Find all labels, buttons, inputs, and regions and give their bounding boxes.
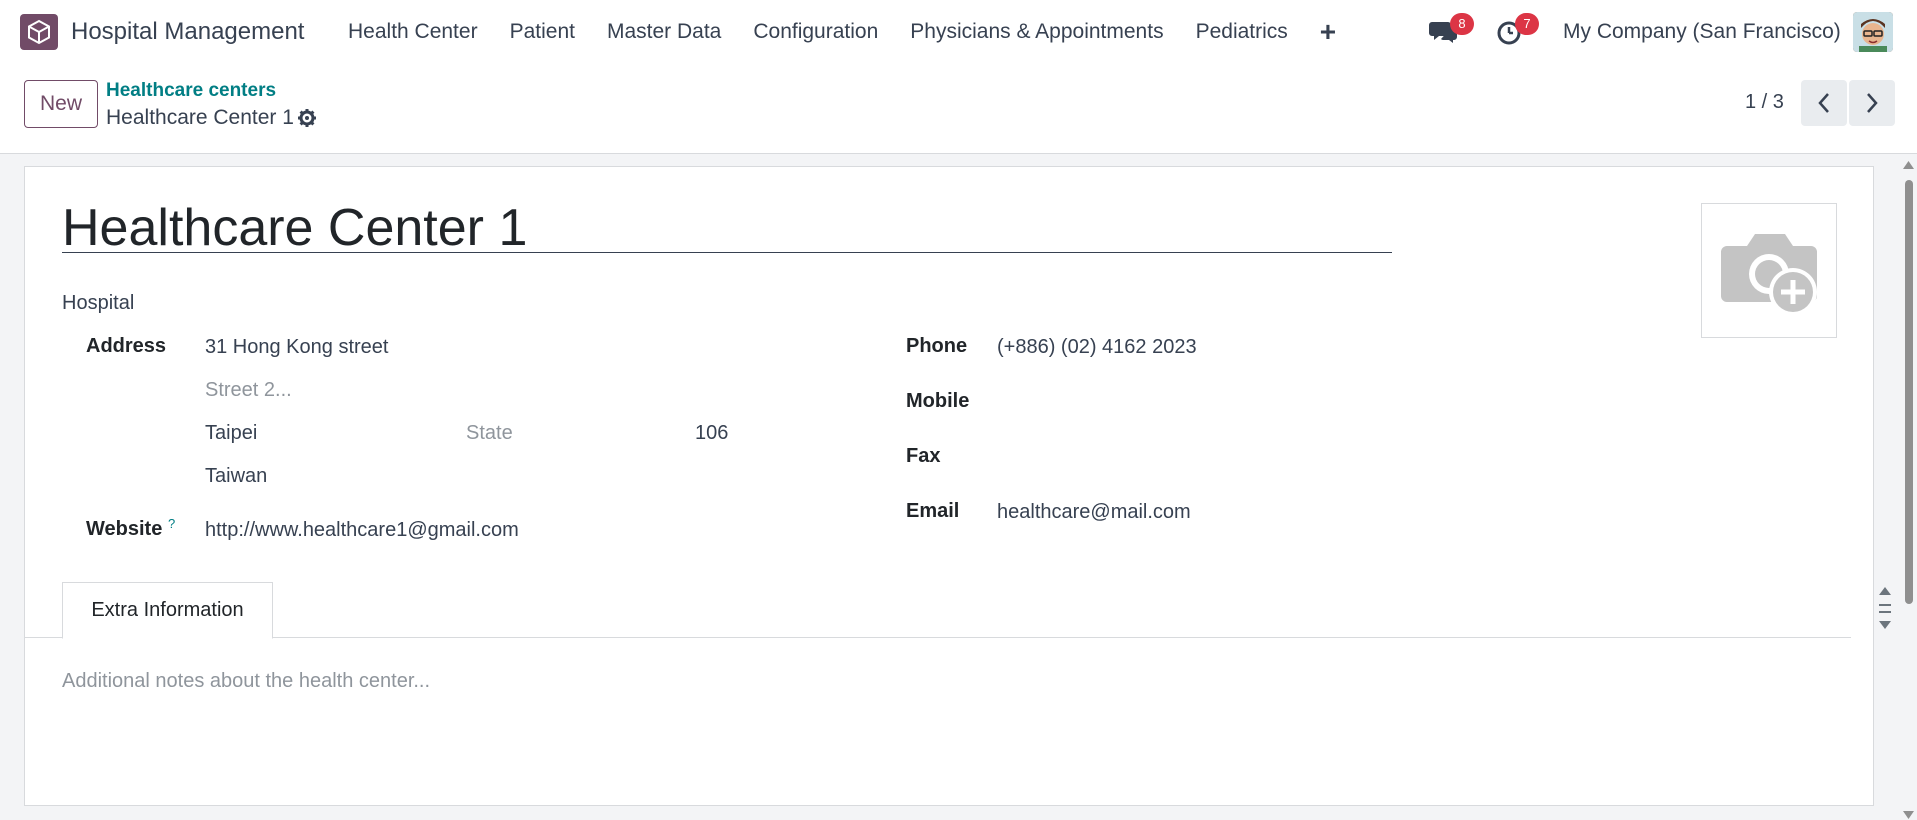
- top-navbar: Hospital Management Health Center Patien…: [0, 0, 1917, 64]
- website-label: Website: [86, 518, 163, 540]
- add-menu-plus-icon[interactable]: +: [1320, 18, 1336, 46]
- activities-count-badge: 7: [1515, 13, 1539, 35]
- name-field[interactable]: Healthcare Center 1: [62, 202, 1392, 254]
- website-help-tooltip[interactable]: ?: [168, 516, 175, 531]
- menu-health-center[interactable]: Health Center: [348, 20, 478, 44]
- breadcrumb-parent-link[interactable]: Healthcare centers: [106, 80, 276, 102]
- gear-icon[interactable]: [297, 108, 317, 128]
- camera-plus-icon: [1721, 233, 1817, 316]
- app-title[interactable]: Hospital Management: [71, 18, 304, 46]
- scrollbar-thumb[interactable]: [1905, 180, 1913, 604]
- city-field[interactable]: Taipei: [205, 422, 257, 445]
- menu-master-data[interactable]: Master Data: [607, 20, 721, 44]
- menu-patient[interactable]: Patient: [510, 20, 575, 44]
- tab-scroll-control[interactable]: [1876, 582, 1894, 638]
- phone-field[interactable]: (+886) (02) 4162 2023: [997, 336, 1197, 359]
- email-field[interactable]: healthcare@mail.com: [997, 501, 1191, 524]
- form-sheet: Healthcare Center 1 Hospital Address 31 …: [24, 166, 1891, 806]
- website-field[interactable]: http://www.healthcare1@gmail.com: [205, 519, 519, 542]
- pager-value[interactable]: 1 / 3: [1745, 91, 1784, 114]
- app-logo-icon[interactable]: [20, 14, 58, 50]
- street2-field[interactable]: Street 2...: [205, 379, 292, 402]
- user-avatar[interactable]: [1853, 12, 1893, 52]
- state-field[interactable]: State: [466, 422, 513, 445]
- address-label: Address: [86, 335, 167, 357]
- notebook-tabs: Extra Information: [25, 582, 1851, 639]
- menu-pediatrics[interactable]: Pediatrics: [1196, 20, 1288, 44]
- tab-extra-information[interactable]: Extra Information: [62, 582, 273, 639]
- messages-count-badge: 8: [1450, 13, 1474, 35]
- breadcrumb-current: Healthcare Center 1: [106, 106, 294, 129]
- street-field[interactable]: 31 Hong Kong street: [205, 336, 388, 359]
- pager-previous-button[interactable]: [1801, 80, 1847, 126]
- control-panel: New Healthcare centers Healthcare Center…: [0, 64, 1917, 154]
- main-menu: Health Center Patient Master Data Config…: [348, 0, 1336, 64]
- pager-next-button[interactable]: [1849, 80, 1895, 126]
- mobile-label: Mobile: [906, 390, 970, 412]
- chevron-right-icon: [1867, 93, 1878, 113]
- new-button[interactable]: New: [24, 80, 98, 128]
- notes-field[interactable]: Additional notes about the health center…: [62, 670, 430, 693]
- center-type-field[interactable]: Hospital: [62, 292, 134, 315]
- email-label: Email: [906, 500, 960, 522]
- menu-configuration[interactable]: Configuration: [753, 20, 878, 44]
- image-upload[interactable]: [1701, 203, 1837, 338]
- fax-label: Fax: [906, 445, 941, 467]
- fax-field[interactable]: [997, 445, 1597, 469]
- chevron-left-icon: [1818, 93, 1829, 113]
- country-field[interactable]: Taiwan: [205, 465, 267, 488]
- company-switcher[interactable]: My Company (San Francisco): [1563, 20, 1841, 44]
- bottom-edge: [24, 816, 424, 820]
- mobile-field[interactable]: [997, 390, 1597, 414]
- phone-label: Phone: [906, 335, 968, 357]
- menu-physicians-appointments[interactable]: Physicians & Appointments: [910, 20, 1163, 44]
- zip-field[interactable]: 106: [695, 422, 728, 445]
